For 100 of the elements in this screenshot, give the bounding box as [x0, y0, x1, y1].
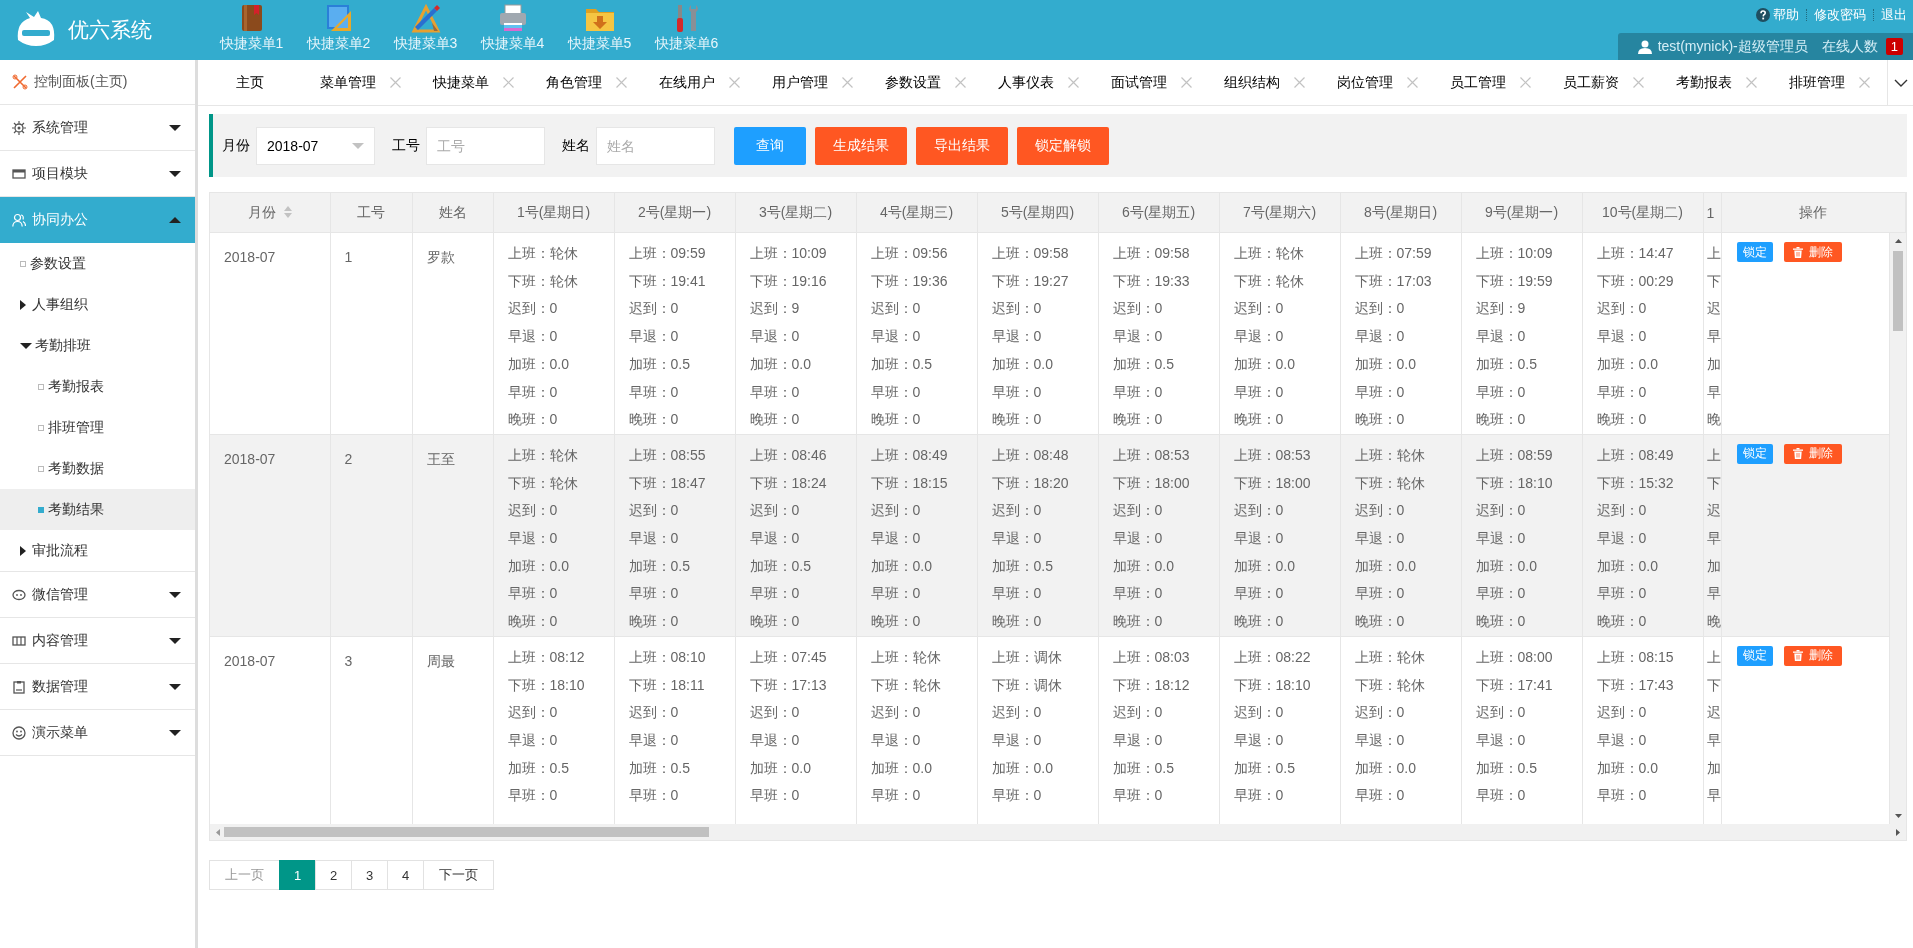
table-cell: 2018-07	[210, 233, 330, 435]
attendance-entry: 迟到：0	[628, 703, 680, 723]
page-link[interactable]: 1	[279, 860, 316, 890]
input-field[interactable]: 工号	[426, 126, 545, 165]
close-icon	[729, 77, 740, 88]
user-name[interactable]: test(mynick)-超级管理员	[1657, 37, 1808, 56]
attendance-entry: 加班：0.0	[870, 556, 933, 576]
attendance-entry: 迟到：0	[1475, 501, 1527, 521]
page-link[interactable]: 3	[351, 860, 388, 890]
sidebar-subitem[interactable]: 审批流程	[0, 530, 195, 571]
tab[interactable]: 在线用户	[643, 60, 756, 105]
tab[interactable]: 用户管理	[756, 60, 869, 105]
sidebar-subitem[interactable]: 考勤报表	[0, 366, 195, 407]
tab[interactable]: 组织结构	[1208, 60, 1321, 105]
tab[interactable]: 岗位管理	[1321, 60, 1434, 105]
sidebar-subitem[interactable]: 人事组织	[0, 284, 195, 325]
attendance-entry: 早退：0	[1596, 730, 1648, 750]
attendance-entry: 上班：08:53	[1112, 445, 1191, 465]
sidebar-subitem[interactable]: 考勤数据	[0, 448, 195, 489]
month-select[interactable]: 2018-07	[256, 126, 375, 165]
attendance-entry: 晚班：0	[1233, 612, 1285, 632]
sidebar-subitem[interactable]: 考勤排班	[0, 325, 195, 366]
attendance-entry: 晚班：0	[628, 612, 680, 632]
tab[interactable]: 面试管理	[1095, 60, 1208, 105]
attendance-entry: 迟到：0	[1112, 501, 1164, 521]
sidebar-item[interactable]: 演示菜单	[0, 710, 195, 756]
page-link[interactable]: 4	[387, 860, 424, 890]
attendance-entry: 迟到：0	[870, 703, 922, 723]
scrollbar-thumb[interactable]	[1893, 251, 1903, 331]
attendance-entry: 上班：07:45	[749, 647, 828, 667]
tab[interactable]: 菜单管理	[304, 60, 417, 105]
sidebar-item[interactable]: 控制面板(主页)	[0, 60, 195, 105]
attendance-entry: 加班：0.0	[1233, 556, 1296, 576]
attendance-entry: 下班：18:11	[628, 675, 706, 695]
attendance-entry: 早班：0	[991, 382, 1043, 402]
attendance-entry: 晚班：0	[507, 410, 559, 430]
attendance-entry: 迟到：0	[1596, 501, 1648, 521]
horizontal-scrollbar[interactable]	[210, 824, 1906, 840]
gear-icon	[12, 120, 26, 135]
attendance-entry: 迟到：0	[870, 501, 922, 521]
sort-icon	[283, 205, 292, 218]
attendance-entry: 晚班：0	[628, 410, 680, 430]
attendance-entry: 下班：轮休	[870, 675, 942, 695]
column-header: 6号(星期五)	[1098, 193, 1219, 233]
attendance-entry: 下班：18:47	[628, 473, 707, 493]
close-icon	[1294, 77, 1305, 88]
tab[interactable]: 考勤报表	[1660, 60, 1773, 105]
attendance-entry: 下班：19:59	[1475, 271, 1554, 291]
sidebar-subitem[interactable]: 排班管理	[0, 407, 195, 448]
scrollbar-thumb[interactable]	[224, 827, 709, 837]
tab[interactable]: 主页	[220, 60, 304, 105]
page-link[interactable]: 2	[315, 860, 352, 890]
attendance-entry: 上班：轮休	[1354, 647, 1426, 667]
field-label: 月份	[222, 136, 250, 155]
attendance-entry: 下班：17:41	[1475, 675, 1554, 695]
tab[interactable]: 员工薪资	[1547, 60, 1660, 105]
attendance-entry: 下班：18:00	[1233, 473, 1312, 493]
close-icon	[1746, 77, 1757, 88]
sidebar-subitem[interactable]: 考勤结果	[0, 489, 195, 530]
attendance-entry: 加	[1706, 556, 1720, 576]
table-cell: 王至	[412, 434, 493, 637]
tab[interactable]: 参数设置	[869, 60, 982, 105]
tab[interactable]: 员工管理	[1434, 60, 1547, 105]
sidebar-item[interactable]: 系统管理	[0, 105, 195, 151]
attendance-entry: 加班：0.5	[628, 758, 691, 778]
attendance-entry: 早班：0	[1475, 584, 1527, 604]
attendance-entry: 早班：0	[1354, 584, 1406, 604]
attendance-entry: 加班：0.0	[1354, 556, 1417, 576]
tab[interactable]: 角色管理	[530, 60, 643, 105]
attendance-entry: 加班：0.0	[749, 354, 812, 374]
tab[interactable]: 人事仪表	[982, 60, 1095, 105]
attendance-entry: 加班：0.5	[1233, 758, 1296, 778]
vertical-scrollbar[interactable]	[1890, 233, 1906, 824]
attendance-entry: 晚班：0	[991, 612, 1043, 632]
field-label: 工号	[392, 136, 420, 155]
bullet-icon	[38, 383, 44, 390]
sidebar-subitem[interactable]: 参数设置	[0, 243, 195, 284]
attendance-entry: 早班：0	[1354, 786, 1406, 806]
window-icon	[12, 166, 26, 181]
attendance-entry: 迟到：0	[1354, 299, 1406, 319]
attendance-entry: 加	[1706, 354, 1720, 374]
attendance-entry: 加班：0.5	[870, 354, 933, 374]
tab[interactable]: 快捷菜单	[417, 60, 530, 105]
tab[interactable]: 排班管理	[1773, 60, 1886, 105]
attendance-entry: 上班：10:09	[1475, 244, 1554, 263]
attendance-entry: 晚班：0	[1354, 612, 1406, 632]
close-icon	[955, 77, 966, 88]
input-field[interactable]: 姓名	[596, 126, 715, 165]
attendance-entry: 早退：0	[991, 730, 1043, 750]
attendance-entry: 早退：0	[870, 327, 922, 347]
column-header[interactable]: 月份	[210, 193, 330, 233]
sidebar-item[interactable]: 数据管理	[0, 664, 195, 710]
attendance-entry: 加班：0.0	[1596, 556, 1659, 576]
sidebar-item[interactable]: 微信管理	[0, 572, 195, 618]
sidebar-item[interactable]: 内容管理	[0, 618, 195, 664]
attendance-entry: 早班：0	[1233, 382, 1285, 402]
attendance-entry: 加班：0.5	[1112, 354, 1175, 374]
attendance-entry: 加	[1706, 758, 1720, 778]
next-page-link[interactable]: 下一页	[423, 860, 494, 890]
attendance-entry: 下	[1706, 675, 1720, 695]
